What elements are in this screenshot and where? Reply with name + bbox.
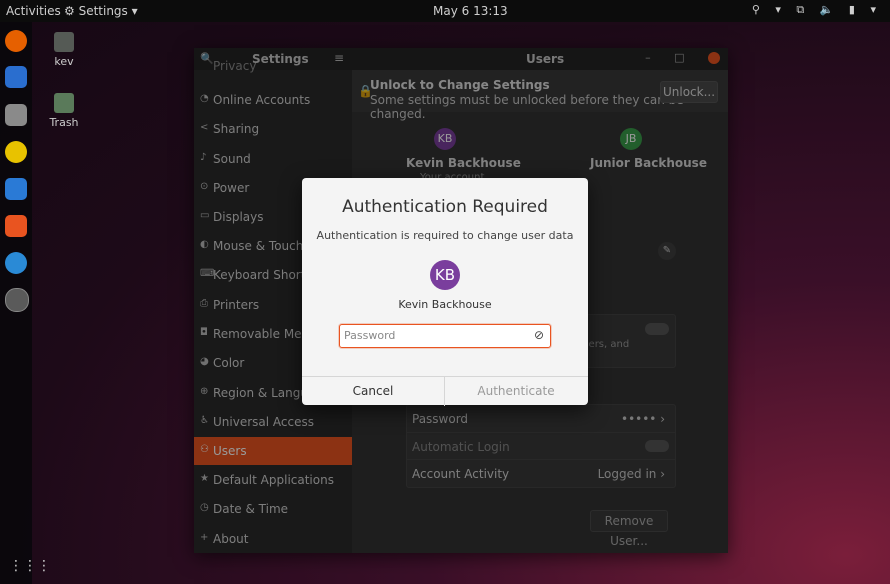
libreoffice-writer-icon[interactable] (5, 178, 27, 200)
dialog-subtitle: Authentication is required to change use… (316, 229, 574, 242)
files-icon[interactable] (5, 104, 27, 126)
activities-button[interactable]: Activities (6, 4, 61, 18)
help-icon[interactable] (5, 252, 27, 274)
authentication-dialog: Authentication Required Authentication i… (302, 178, 588, 406)
cancel-button[interactable]: Cancel (302, 377, 445, 406)
password-input[interactable] (344, 327, 524, 344)
desktop-icon-label: Trash (49, 116, 79, 129)
desktop-icon-home[interactable]: kev (34, 32, 94, 68)
top-bar: Activities ⚙ Settings ▾ May 6 13:13 ⚲ ▾ … (0, 0, 890, 22)
system-tray[interactable]: ⚲ ▾ ⧉ 🔈 ▮ ▾ (752, 3, 882, 17)
desktop-icon-label: kev (54, 55, 74, 68)
thunderbird-icon[interactable] (5, 66, 27, 88)
rhythmbox-icon[interactable] (5, 141, 27, 163)
settings-icon[interactable] (5, 288, 29, 312)
desktop-icon-trash[interactable]: Trash (34, 93, 94, 129)
trash-icon (54, 93, 74, 113)
dialog-buttons: Cancel Authenticate (302, 376, 588, 406)
firefox-icon[interactable] (5, 30, 27, 52)
folder-icon (54, 32, 74, 52)
app-menu[interactable]: ⚙ Settings ▾ (64, 4, 138, 18)
dialog-title: Authentication Required (342, 197, 548, 217)
password-field[interactable]: ⊘ (339, 324, 551, 348)
software-icon[interactable] (5, 215, 27, 237)
authenticate-button[interactable]: Authenticate (445, 377, 587, 406)
avatar: KB (430, 260, 460, 290)
reveal-password-icon[interactable]: ⊘ (534, 328, 544, 342)
dialog-user-name: Kevin Backhouse (398, 298, 492, 311)
show-applications-icon[interactable]: ⋮⋮⋮ (9, 558, 51, 574)
clock[interactable]: May 6 13:13 (433, 4, 508, 18)
dock: ⋮⋮⋮ (0, 22, 51, 584)
